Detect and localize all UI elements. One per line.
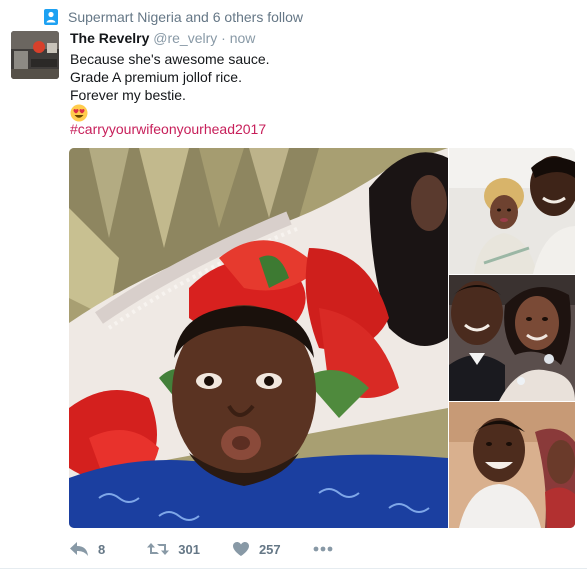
more-dots-icon <box>313 546 333 552</box>
reply-button[interactable]: 8 <box>69 541 105 557</box>
social-context[interactable]: Supermart Nigeria and 6 others follow <box>44 8 303 26</box>
social-context-text[interactable]: Supermart Nigeria and 6 others follow <box>68 9 303 25</box>
hashtag-link[interactable]: #carryyourwifeonyourhead2017 <box>70 121 266 137</box>
separator-dot: · <box>221 30 226 46</box>
photo-couple-1[interactable] <box>449 148 575 274</box>
tweet-line: Grade A premium jollof rice. <box>70 69 242 85</box>
like-button[interactable]: 257 <box>232 541 281 557</box>
retweet-button[interactable]: 301 <box>147 541 200 557</box>
avatar[interactable] <box>11 31 59 79</box>
tweet-line: Forever my bestie. <box>70 87 186 103</box>
photo-couple-3[interactable] <box>449 402 575 528</box>
display-name[interactable]: The Revelry <box>70 30 149 46</box>
timestamp[interactable]: now <box>230 30 256 46</box>
more-button[interactable] <box>313 546 333 552</box>
reply-count: 8 <box>98 541 106 557</box>
user-handle[interactable]: @re_velry <box>153 30 217 46</box>
like-count: 257 <box>258 541 281 557</box>
tweet-header: The Revelry @re_velry · now <box>70 30 255 46</box>
heart-eyes-emoji <box>70 104 88 122</box>
photo-couple-2[interactable] <box>449 275 575 401</box>
retweet-icon <box>147 541 170 557</box>
media-grid <box>69 148 575 528</box>
tweet-text: Because she's awesome sauce. Grade A pre… <box>70 50 270 126</box>
tweet-line: Because she's awesome sauce. <box>70 51 270 67</box>
photo-selfie-main[interactable] <box>69 148 448 528</box>
retweet-count: 301 <box>178 541 200 557</box>
reply-icon <box>69 541 89 557</box>
heart-icon <box>232 541 250 557</box>
person-icon <box>44 9 58 25</box>
tweet-actions: 8 301 257 <box>69 538 333 560</box>
